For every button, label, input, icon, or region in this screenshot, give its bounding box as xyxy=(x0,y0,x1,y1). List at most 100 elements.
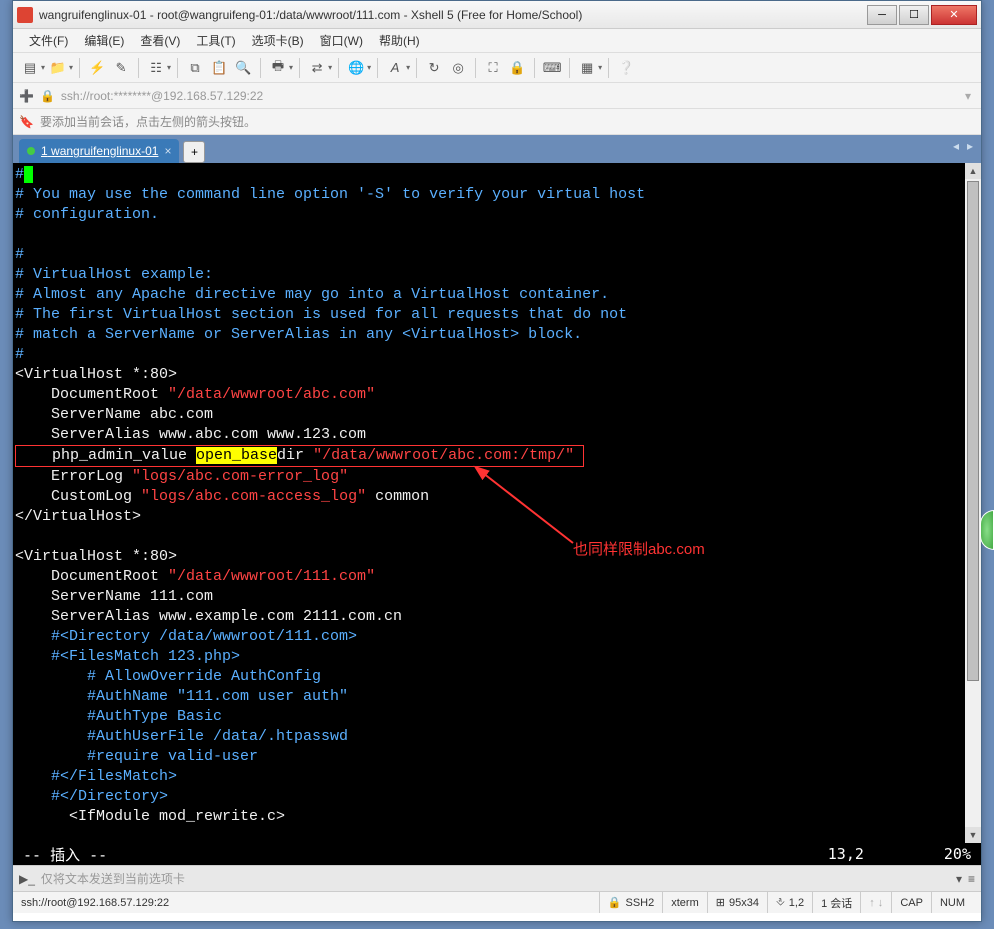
menu-tools[interactable]: 工具(T) xyxy=(188,30,243,51)
term-line: # You may use the command line option '-… xyxy=(15,186,645,203)
menu-tabs[interactable]: 选项卡(B) xyxy=(244,30,312,51)
menu-edit[interactable]: 编辑(E) xyxy=(76,30,132,51)
find-icon[interactable]: 🔍 xyxy=(232,57,254,79)
menubar: 文件(F) 编辑(E) 查看(V) 工具(T) 选项卡(B) 窗口(W) 帮助(… xyxy=(13,29,981,53)
titlebar: wangruifenglinux-01 - root@wangruifeng-0… xyxy=(13,1,981,29)
toolbar: ▤▾ 📁▾ ⚡ ✎ ☷▾ ⧉ 📋 🔍 🖶▾ ⇄▾ 🌐▾ A▾ ↻ ◎ ⛶ 🔒 ⌨… xyxy=(13,53,981,83)
keyboard-icon[interactable]: ⌨ xyxy=(541,57,563,79)
menu-help[interactable]: 帮助(H) xyxy=(371,30,428,51)
dropdown-icon[interactable]: ▾ xyxy=(289,63,293,72)
term-line: "/data/wwwroot/111.com" xyxy=(168,568,375,585)
term-line: # match a ServerName or ServerAlias in a… xyxy=(15,326,582,343)
term-line: "/data/wwwroot/abc.com:/tmp/" xyxy=(313,447,574,464)
send-message[interactable]: 仅将文本发送到当前选项卡 xyxy=(41,870,950,887)
status-term-type: xterm xyxy=(662,892,707,913)
send-lines-icon[interactable]: ≡ xyxy=(968,872,975,886)
send-icon[interactable]: ▶_ xyxy=(19,872,35,886)
status-cap: CAP xyxy=(891,892,931,913)
dropdown-icon[interactable]: ▾ xyxy=(167,63,171,72)
terminal-scrollbar[interactable]: ▲ ▼ xyxy=(965,163,981,843)
separator xyxy=(475,58,476,78)
disconnect-icon[interactable]: ✎ xyxy=(110,57,132,79)
annotation-text: 也同样限制abc.com xyxy=(573,538,705,559)
window-controls: ─ ☐ ✕ xyxy=(865,5,977,25)
scroll-up-icon[interactable]: ▲ xyxy=(965,163,981,179)
term-line: <IfModule mod_rewrite.c> xyxy=(15,808,285,825)
status-cursor-pos: ⎀ 1,2 xyxy=(767,892,812,913)
term-line: dir xyxy=(277,447,313,464)
font-icon[interactable]: A xyxy=(384,57,406,79)
term-line: </VirtualHost> xyxy=(15,508,141,525)
status-dot-icon xyxy=(27,147,35,155)
minimize-button[interactable]: ─ xyxy=(867,5,897,25)
tab-label: wangruifenglinux-01 xyxy=(51,144,158,158)
term-line: <VirtualHost *:80> xyxy=(15,548,177,565)
tab-close-icon[interactable]: × xyxy=(164,144,171,158)
transfer-icon[interactable]: ⇄ xyxy=(306,57,328,79)
reconnect-icon[interactable]: ⚡ xyxy=(86,57,108,79)
term-line: # xyxy=(15,346,24,363)
globe-icon[interactable]: 🌐 xyxy=(345,57,367,79)
tab-next-icon[interactable]: ▸ xyxy=(967,139,973,153)
status-size: ⊞ 95x34 xyxy=(707,892,767,913)
floating-badge[interactable] xyxy=(980,510,994,550)
status-bar: ssh://root@192.168.57.129:22 🔒 SSH2 xter… xyxy=(13,891,981,913)
term-line: CustomLog xyxy=(15,488,141,505)
term-line: #<Directory /data/wwwroot/111.com> xyxy=(15,628,357,645)
status-protocol: 🔒 SSH2 xyxy=(599,892,662,913)
dropdown-icon[interactable]: ▾ xyxy=(598,63,602,72)
send-dropdown-icon[interactable]: ▾ xyxy=(956,872,962,886)
vim-percent: 20% xyxy=(944,845,971,863)
open-folder-icon[interactable]: 📁 xyxy=(47,57,69,79)
dropdown-icon[interactable]: ▾ xyxy=(69,63,73,72)
dropdown-icon[interactable]: ▾ xyxy=(41,63,45,72)
term-line: ServerAlias www.abc.com www.123.com xyxy=(15,426,366,443)
dropdown-icon[interactable]: ▾ xyxy=(367,63,371,72)
scroll-thumb[interactable] xyxy=(967,181,979,681)
dropdown-icon[interactable]: ▾ xyxy=(328,63,332,72)
close-button[interactable]: ✕ xyxy=(931,5,977,25)
term-line: # AllowOverride AuthConfig xyxy=(15,668,321,685)
new-tab-button[interactable]: + xyxy=(183,141,205,163)
dropdown-icon[interactable]: ▾ xyxy=(406,63,410,72)
lock-icon: 🔒 xyxy=(40,89,55,103)
menu-view[interactable]: 查看(V) xyxy=(132,30,188,51)
layout-icon[interactable]: ▦ xyxy=(576,57,598,79)
term-line: DocumentRoot xyxy=(15,386,168,403)
print-icon[interactable]: 🖶 xyxy=(267,57,289,79)
session-tab[interactable]: 1 wangruifenglinux-01 × xyxy=(19,139,179,163)
term-line: "logs/abc.com-error_log" xyxy=(132,468,348,485)
menu-file[interactable]: 文件(F) xyxy=(21,30,76,51)
term-line: #AuthType Basic xyxy=(15,708,222,725)
scroll-down-icon[interactable]: ▼ xyxy=(965,827,981,843)
add-session-icon[interactable]: ➕ xyxy=(19,89,34,103)
maximize-button[interactable]: ☐ xyxy=(899,5,929,25)
paste-icon[interactable]: 📋 xyxy=(208,57,230,79)
fullscreen-icon[interactable]: ⛶ xyxy=(482,57,504,79)
target-icon[interactable]: ◎ xyxy=(447,57,469,79)
properties-icon[interactable]: ☷ xyxy=(145,57,167,79)
status-sessions: 1 会话 xyxy=(812,892,860,913)
copy-icon[interactable]: ⧉ xyxy=(184,57,206,79)
term-line: # xyxy=(15,166,24,183)
new-session-icon[interactable]: ▤ xyxy=(19,57,41,79)
refresh-icon[interactable]: ↻ xyxy=(423,57,445,79)
menu-window[interactable]: 窗口(W) xyxy=(312,30,371,51)
history-dropdown-icon[interactable]: ▾ xyxy=(961,89,975,103)
help-icon[interactable]: ❔ xyxy=(615,57,637,79)
app-window: wangruifenglinux-01 - root@wangruifeng-0… xyxy=(12,0,982,922)
connection-url[interactable]: ssh://root:********@192.168.57.129:22 xyxy=(61,89,955,103)
term-line: # xyxy=(15,246,24,263)
term-line: ServerName 111.com xyxy=(15,588,213,605)
term-line: ServerName abc.com xyxy=(15,406,213,423)
vim-position: 13,2 xyxy=(828,845,864,863)
lock-icon[interactable]: 🔒 xyxy=(506,57,528,79)
bookmark-icon[interactable]: 🔖 xyxy=(19,115,34,129)
tab-prev-icon[interactable]: ◂ xyxy=(953,139,959,153)
vim-statusline: -- 插入 -- 13,2 20% xyxy=(13,843,981,865)
terminal[interactable]: # # You may use the command line option … xyxy=(13,163,981,843)
term-line: # Almost any Apache directive may go int… xyxy=(15,286,609,303)
term-line: php_admin_value xyxy=(16,447,196,464)
term-line: #</FilesMatch> xyxy=(15,768,177,785)
term-line: "logs/abc.com-access_log" xyxy=(141,488,366,505)
